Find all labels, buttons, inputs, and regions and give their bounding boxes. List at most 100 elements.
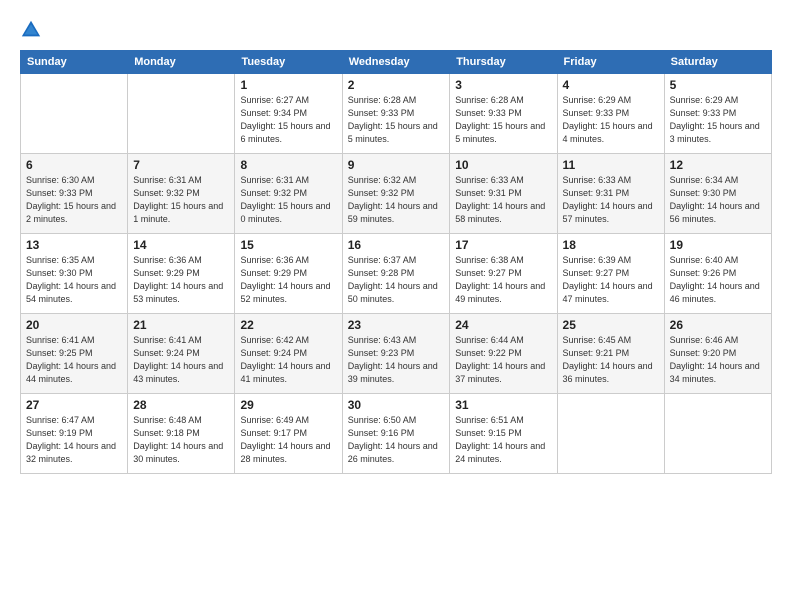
day-number: 17 bbox=[455, 238, 551, 252]
day-info: Sunrise: 6:42 AM Sunset: 9:24 PM Dayligh… bbox=[240, 334, 336, 386]
calendar-cell: 24 Sunrise: 6:44 AM Sunset: 9:22 PM Dayli… bbox=[450, 314, 557, 394]
calendar-cell bbox=[21, 74, 128, 154]
calendar-cell bbox=[557, 394, 664, 474]
day-number: 4 bbox=[563, 78, 659, 92]
calendar-week-row: 6 Sunrise: 6:30 AM Sunset: 9:33 PM Daylig… bbox=[21, 154, 772, 234]
calendar-cell: 22 Sunrise: 6:42 AM Sunset: 9:24 PM Dayli… bbox=[235, 314, 342, 394]
day-info: Sunrise: 6:32 AM Sunset: 9:32 PM Dayligh… bbox=[348, 174, 445, 226]
day-number: 26 bbox=[670, 318, 766, 332]
header bbox=[20, 18, 772, 40]
day-number: 22 bbox=[240, 318, 336, 332]
calendar-cell: 6 Sunrise: 6:30 AM Sunset: 9:33 PM Daylig… bbox=[21, 154, 128, 234]
calendar-cell: 30 Sunrise: 6:50 AM Sunset: 9:16 PM Dayli… bbox=[342, 394, 450, 474]
calendar-cell: 19 Sunrise: 6:40 AM Sunset: 9:26 PM Dayli… bbox=[664, 234, 771, 314]
day-info: Sunrise: 6:29 AM Sunset: 9:33 PM Dayligh… bbox=[563, 94, 659, 146]
day-info: Sunrise: 6:40 AM Sunset: 9:26 PM Dayligh… bbox=[670, 254, 766, 306]
logo-icon bbox=[20, 18, 42, 40]
weekday-header: Sunday bbox=[21, 51, 128, 74]
day-number: 20 bbox=[26, 318, 122, 332]
day-info: Sunrise: 6:29 AM Sunset: 9:33 PM Dayligh… bbox=[670, 94, 766, 146]
day-number: 6 bbox=[26, 158, 122, 172]
calendar-cell: 5 Sunrise: 6:29 AM Sunset: 9:33 PM Daylig… bbox=[664, 74, 771, 154]
day-info: Sunrise: 6:48 AM Sunset: 9:18 PM Dayligh… bbox=[133, 414, 229, 466]
day-number: 21 bbox=[133, 318, 229, 332]
day-number: 29 bbox=[240, 398, 336, 412]
calendar-cell: 11 Sunrise: 6:33 AM Sunset: 9:31 PM Dayli… bbox=[557, 154, 664, 234]
page: SundayMondayTuesdayWednesdayThursdayFrid… bbox=[0, 0, 792, 612]
day-info: Sunrise: 6:39 AM Sunset: 9:27 PM Dayligh… bbox=[563, 254, 659, 306]
calendar-cell: 27 Sunrise: 6:47 AM Sunset: 9:19 PM Dayli… bbox=[21, 394, 128, 474]
day-number: 2 bbox=[348, 78, 445, 92]
day-number: 30 bbox=[348, 398, 445, 412]
day-number: 27 bbox=[26, 398, 122, 412]
calendar-week-row: 27 Sunrise: 6:47 AM Sunset: 9:19 PM Dayli… bbox=[21, 394, 772, 474]
calendar-cell: 8 Sunrise: 6:31 AM Sunset: 9:32 PM Daylig… bbox=[235, 154, 342, 234]
day-info: Sunrise: 6:28 AM Sunset: 9:33 PM Dayligh… bbox=[455, 94, 551, 146]
day-info: Sunrise: 6:47 AM Sunset: 9:19 PM Dayligh… bbox=[26, 414, 122, 466]
day-info: Sunrise: 6:49 AM Sunset: 9:17 PM Dayligh… bbox=[240, 414, 336, 466]
day-info: Sunrise: 6:27 AM Sunset: 9:34 PM Dayligh… bbox=[240, 94, 336, 146]
day-number: 16 bbox=[348, 238, 445, 252]
day-info: Sunrise: 6:50 AM Sunset: 9:16 PM Dayligh… bbox=[348, 414, 445, 466]
calendar-cell: 21Sunrise: 6:41 AM Sunset: 9:24 PM Dayli… bbox=[128, 314, 235, 394]
day-info: Sunrise: 6:36 AM Sunset: 9:29 PM Dayligh… bbox=[133, 254, 229, 306]
day-number: 28 bbox=[133, 398, 229, 412]
day-info: Sunrise: 6:28 AM Sunset: 9:33 PM Dayligh… bbox=[348, 94, 445, 146]
day-number: 10 bbox=[455, 158, 551, 172]
weekday-header: Tuesday bbox=[235, 51, 342, 74]
calendar-cell: 23 Sunrise: 6:43 AM Sunset: 9:23 PM Dayli… bbox=[342, 314, 450, 394]
calendar-cell: 10 Sunrise: 6:33 AM Sunset: 9:31 PM Dayli… bbox=[450, 154, 557, 234]
calendar-cell bbox=[664, 394, 771, 474]
day-number: 31 bbox=[455, 398, 551, 412]
weekday-header: Saturday bbox=[664, 51, 771, 74]
day-info: Sunrise: 6:51 AM Sunset: 9:15 PM Dayligh… bbox=[455, 414, 551, 466]
day-number: 13 bbox=[26, 238, 122, 252]
calendar-cell: 18 Sunrise: 6:39 AM Sunset: 9:27 PM Dayli… bbox=[557, 234, 664, 314]
day-number: 23 bbox=[348, 318, 445, 332]
day-number: 24 bbox=[455, 318, 551, 332]
calendar-cell bbox=[128, 74, 235, 154]
day-number: 8 bbox=[240, 158, 336, 172]
day-number: 5 bbox=[670, 78, 766, 92]
day-number: 25 bbox=[563, 318, 659, 332]
calendar-cell: 17 Sunrise: 6:38 AM Sunset: 9:27 PM Dayli… bbox=[450, 234, 557, 314]
day-info: Sunrise: 6:33 AM Sunset: 9:31 PM Dayligh… bbox=[455, 174, 551, 226]
day-info: Sunrise: 6:30 AM Sunset: 9:33 PM Dayligh… bbox=[26, 174, 122, 226]
day-number: 18 bbox=[563, 238, 659, 252]
calendar-cell: 12 Sunrise: 6:34 AM Sunset: 9:30 PM Dayli… bbox=[664, 154, 771, 234]
calendar-cell: 4 Sunrise: 6:29 AM Sunset: 9:33 PM Daylig… bbox=[557, 74, 664, 154]
day-info: Sunrise: 6:37 AM Sunset: 9:28 PM Dayligh… bbox=[348, 254, 445, 306]
day-info: Sunrise: 6:41 AM Sunset: 9:25 PM Dayligh… bbox=[26, 334, 122, 386]
calendar-cell: 9 Sunrise: 6:32 AM Sunset: 9:32 PM Daylig… bbox=[342, 154, 450, 234]
day-info: Sunrise: 6:46 AM Sunset: 9:20 PM Dayligh… bbox=[670, 334, 766, 386]
calendar-cell: 13 Sunrise: 6:35 AM Sunset: 9:30 PM Dayli… bbox=[21, 234, 128, 314]
calendar-cell: 20 Sunrise: 6:41 AM Sunset: 9:25 PM Dayli… bbox=[21, 314, 128, 394]
day-info: Sunrise: 6:45 AM Sunset: 9:21 PM Dayligh… bbox=[563, 334, 659, 386]
day-info: Sunrise: 6:38 AM Sunset: 9:27 PM Dayligh… bbox=[455, 254, 551, 306]
calendar-cell: 28 Sunrise: 6:48 AM Sunset: 9:18 PM Dayli… bbox=[128, 394, 235, 474]
calendar-cell: 29 Sunrise: 6:49 AM Sunset: 9:17 PM Dayli… bbox=[235, 394, 342, 474]
day-number: 7 bbox=[133, 158, 229, 172]
logo bbox=[20, 18, 44, 40]
header-row: SundayMondayTuesdayWednesdayThursdayFrid… bbox=[21, 51, 772, 74]
weekday-header: Thursday bbox=[450, 51, 557, 74]
calendar-cell: 14 Sunrise: 6:36 AM Sunset: 9:29 PM Dayli… bbox=[128, 234, 235, 314]
day-info: Sunrise: 6:31 AM Sunset: 9:32 PM Dayligh… bbox=[240, 174, 336, 226]
day-info: Sunrise: 6:35 AM Sunset: 9:30 PM Dayligh… bbox=[26, 254, 122, 306]
day-info: Sunrise: 6:44 AM Sunset: 9:22 PM Dayligh… bbox=[455, 334, 551, 386]
calendar-cell: 1 Sunrise: 6:27 AM Sunset: 9:34 PM Daylig… bbox=[235, 74, 342, 154]
calendar-cell: 26 Sunrise: 6:46 AM Sunset: 9:20 PM Dayli… bbox=[664, 314, 771, 394]
day-info: Sunrise: 6:43 AM Sunset: 9:23 PM Dayligh… bbox=[348, 334, 445, 386]
day-number: 9 bbox=[348, 158, 445, 172]
day-info: Sunrise: 6:34 AM Sunset: 9:30 PM Dayligh… bbox=[670, 174, 766, 226]
weekday-header: Wednesday bbox=[342, 51, 450, 74]
day-number: 12 bbox=[670, 158, 766, 172]
calendar-cell: 2 Sunrise: 6:28 AM Sunset: 9:33 PM Daylig… bbox=[342, 74, 450, 154]
day-number: 19 bbox=[670, 238, 766, 252]
day-number: 1 bbox=[240, 78, 336, 92]
day-number: 11 bbox=[563, 158, 659, 172]
day-info: Sunrise: 6:33 AM Sunset: 9:31 PM Dayligh… bbox=[563, 174, 659, 226]
calendar-cell: 7Sunrise: 6:31 AM Sunset: 9:32 PM Daylig… bbox=[128, 154, 235, 234]
calendar-week-row: 13 Sunrise: 6:35 AM Sunset: 9:30 PM Dayli… bbox=[21, 234, 772, 314]
day-number: 14 bbox=[133, 238, 229, 252]
